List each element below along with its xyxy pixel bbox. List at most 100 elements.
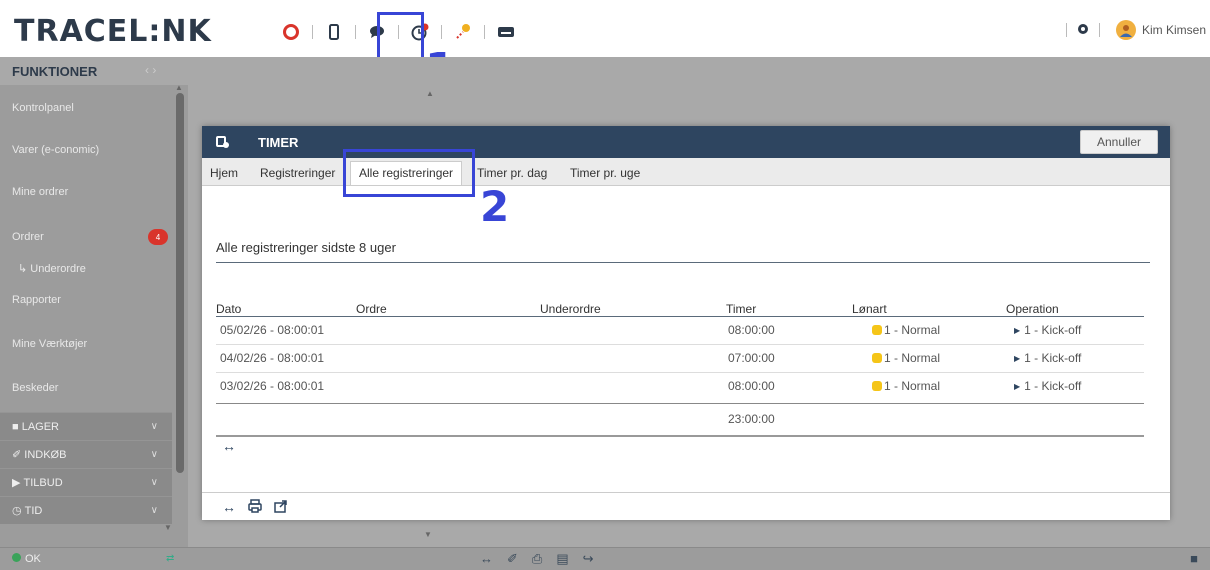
scroll-up-arrow-icon[interactable]: ▲ [175,83,183,92]
cell-timer: 08:00:00 [728,379,775,393]
collapse-arrows-icon[interactable]: ‹ › [145,63,156,77]
chevron-down-icon: ∨ [150,477,158,488]
tab-registreringer[interactable]: Registreringer [260,166,335,180]
column-header-lonart[interactable]: Lønart [852,302,887,316]
tab-timer-pr-uge[interactable]: Timer pr. uge [570,166,640,180]
sidebar: Kontrolpanel Varer (e-conomic) Mine ordr… [0,83,188,547]
sidebar-item-ordrer[interactable]: Ordrer 4 [0,217,172,257]
column-header-operation[interactable]: Operation [1006,302,1059,316]
sidebar-group-tilbud[interactable]: ▶ TILBUD ∨ [0,468,172,496]
cart-icon: ✐ [12,449,25,461]
sidebar-item-label: Rapporter [12,294,61,306]
sidebar-item-mine-ordrer[interactable]: Mine ordrer [0,171,172,213]
sidebar-group-indkob[interactable]: ✐ INDKØB ∨ [0,440,172,468]
step-number-2: 2 [480,182,510,231]
tab-timer-pr-dag[interactable]: Timer pr. dag [477,166,547,180]
operation-text: 1 - Kick-off [1024,351,1082,365]
print-icon[interactable] [248,499,262,516]
chevron-down-icon: ∨ [150,505,158,516]
sidebar-item-beskeder[interactable]: Beskeder [0,367,172,409]
map-pin-icon[interactable] [452,21,474,43]
user-name[interactable]: Kim Kimsen [1142,23,1206,37]
sidebar-group-label: TID [24,504,43,517]
cell-dato: 05/02/26 - 08:00:01 [220,323,325,337]
divider [441,25,442,39]
folder-icon: ■ [12,420,22,433]
print-icon[interactable]: ⎙ [532,551,542,567]
avatar[interactable] [1115,20,1136,40]
sidebar-group-label: TILBUD [23,476,63,489]
cell-timer: 08:00:00 [728,323,775,337]
cell-lonart: 1 - Normal [872,323,940,337]
sidebar-item-mine-vaerktojer[interactable]: Mine Værktøjer [0,323,172,365]
settings-icon[interactable] [1077,23,1089,38]
tab-hjem[interactable]: Hjem [210,166,238,180]
column-header-underordre[interactable]: Underordre [540,302,601,316]
app-logo[interactable]: TRACEL:NK [14,14,212,49]
lonart-text: 1 - Normal [884,351,941,365]
cell-operation: ▶ 1 - Kick-off [1014,323,1081,337]
status-ok-icon [12,553,21,562]
pdf-icon[interactable]: ▤ [556,551,568,567]
scroll-up-arrow-icon[interactable]: ▲ [426,89,434,98]
total-timer: 23:00:00 [728,412,775,426]
sidebar-item-varer[interactable]: Varer (e-conomic) [0,129,172,171]
play-triangle-icon: ▶ [1014,326,1021,335]
divider [355,25,356,39]
sidebar-item-underordre[interactable]: ↳ Underordre [0,255,172,281]
sidebar-item-label: Kontrolpanel [12,102,74,114]
cell-lonart: 1 - Normal [872,351,940,365]
link-icon[interactable]: ✐ [507,551,518,567]
network-icon: ⇄ [166,553,175,564]
share-icon[interactable]: ↪ [583,551,594,567]
registrations-table: Dato Ordre Underordre Timer Lønart Opera… [216,302,1144,437]
operation-text: 1 - Kick-off [1024,323,1082,337]
highlight-box-step-1 [377,12,424,60]
column-header-timer[interactable]: Timer [726,302,756,316]
sidebar-group-tid[interactable]: ◷ TID ∨ [0,496,172,524]
status-dot-icon [872,381,882,391]
share-icon[interactable] [274,499,288,516]
expand-horizontal-icon[interactable]: ↔ [222,499,236,515]
status-tools: ↔ ✐ ⎙ ▤ ↪ [480,551,594,567]
highlight-box-step-2 [343,149,475,197]
operation-text: 1 - Kick-off [1024,379,1082,393]
play-triangle-icon: ▶ [1014,354,1021,363]
lonart-text: 1 - Normal [884,323,941,337]
chat-bubble-icon[interactable]: ■ [1190,551,1198,566]
chevron-down-icon: ∨ [150,421,158,432]
scroll-down-arrow-icon[interactable]: ▼ [424,530,432,539]
table-row[interactable]: 05/02/26 - 08:00:01 08:00:00 1 - Normal … [216,317,1144,345]
keyboard-icon[interactable] [495,21,517,43]
sidebar-item-rapporter[interactable]: Rapporter [0,279,172,321]
chevron-down-icon: ∨ [150,449,158,460]
status-indicator: OK [12,553,41,565]
divider [216,435,1144,437]
expand-horizontal-icon[interactable]: ↔ [222,438,236,454]
cancel-button[interactable]: Annuller [1080,130,1158,154]
sidebar-scrollbar[interactable] [176,93,184,473]
divider [1065,23,1067,37]
column-header-dato[interactable]: Dato [216,302,241,316]
expand-horizontal-icon[interactable]: ↔ [480,551,493,567]
sidebar-item-label: Varer (e-conomic) [12,144,100,156]
mobile-icon[interactable] [323,21,345,43]
lifebuoy-icon[interactable] [280,21,302,43]
total-row: 23:00:00 [216,403,1144,431]
sidebar-item-label: Mine ordrer [12,186,69,198]
cell-timer: 07:00:00 [728,351,775,365]
divider [484,25,485,39]
functions-header: FUNKTIONER ‹ › [0,57,1210,85]
sidebar-item-kontrolpanel[interactable]: Kontrolpanel [0,87,172,129]
user-area: Kim Kimsen [1056,20,1206,40]
scroll-down-arrow-icon[interactable]: ▼ [164,523,172,532]
timer-dialog: TIMER Annuller Hjem Registreringer Alle … [202,126,1170,520]
section-title: Alle registreringer sidste 8 uger [216,240,396,255]
timer-dialog-icon [216,135,230,149]
table-row[interactable]: 03/02/26 - 08:00:01 08:00:00 1 - Normal … [216,373,1144,401]
divider [1098,23,1100,37]
sidebar-group-lager[interactable]: ■ LAGER ∨ [0,412,172,440]
column-header-ordre[interactable]: Ordre [356,302,387,316]
table-row[interactable]: 04/02/26 - 08:00:01 07:00:00 1 - Normal … [216,345,1144,373]
functions-title: FUNKTIONER [12,64,98,79]
